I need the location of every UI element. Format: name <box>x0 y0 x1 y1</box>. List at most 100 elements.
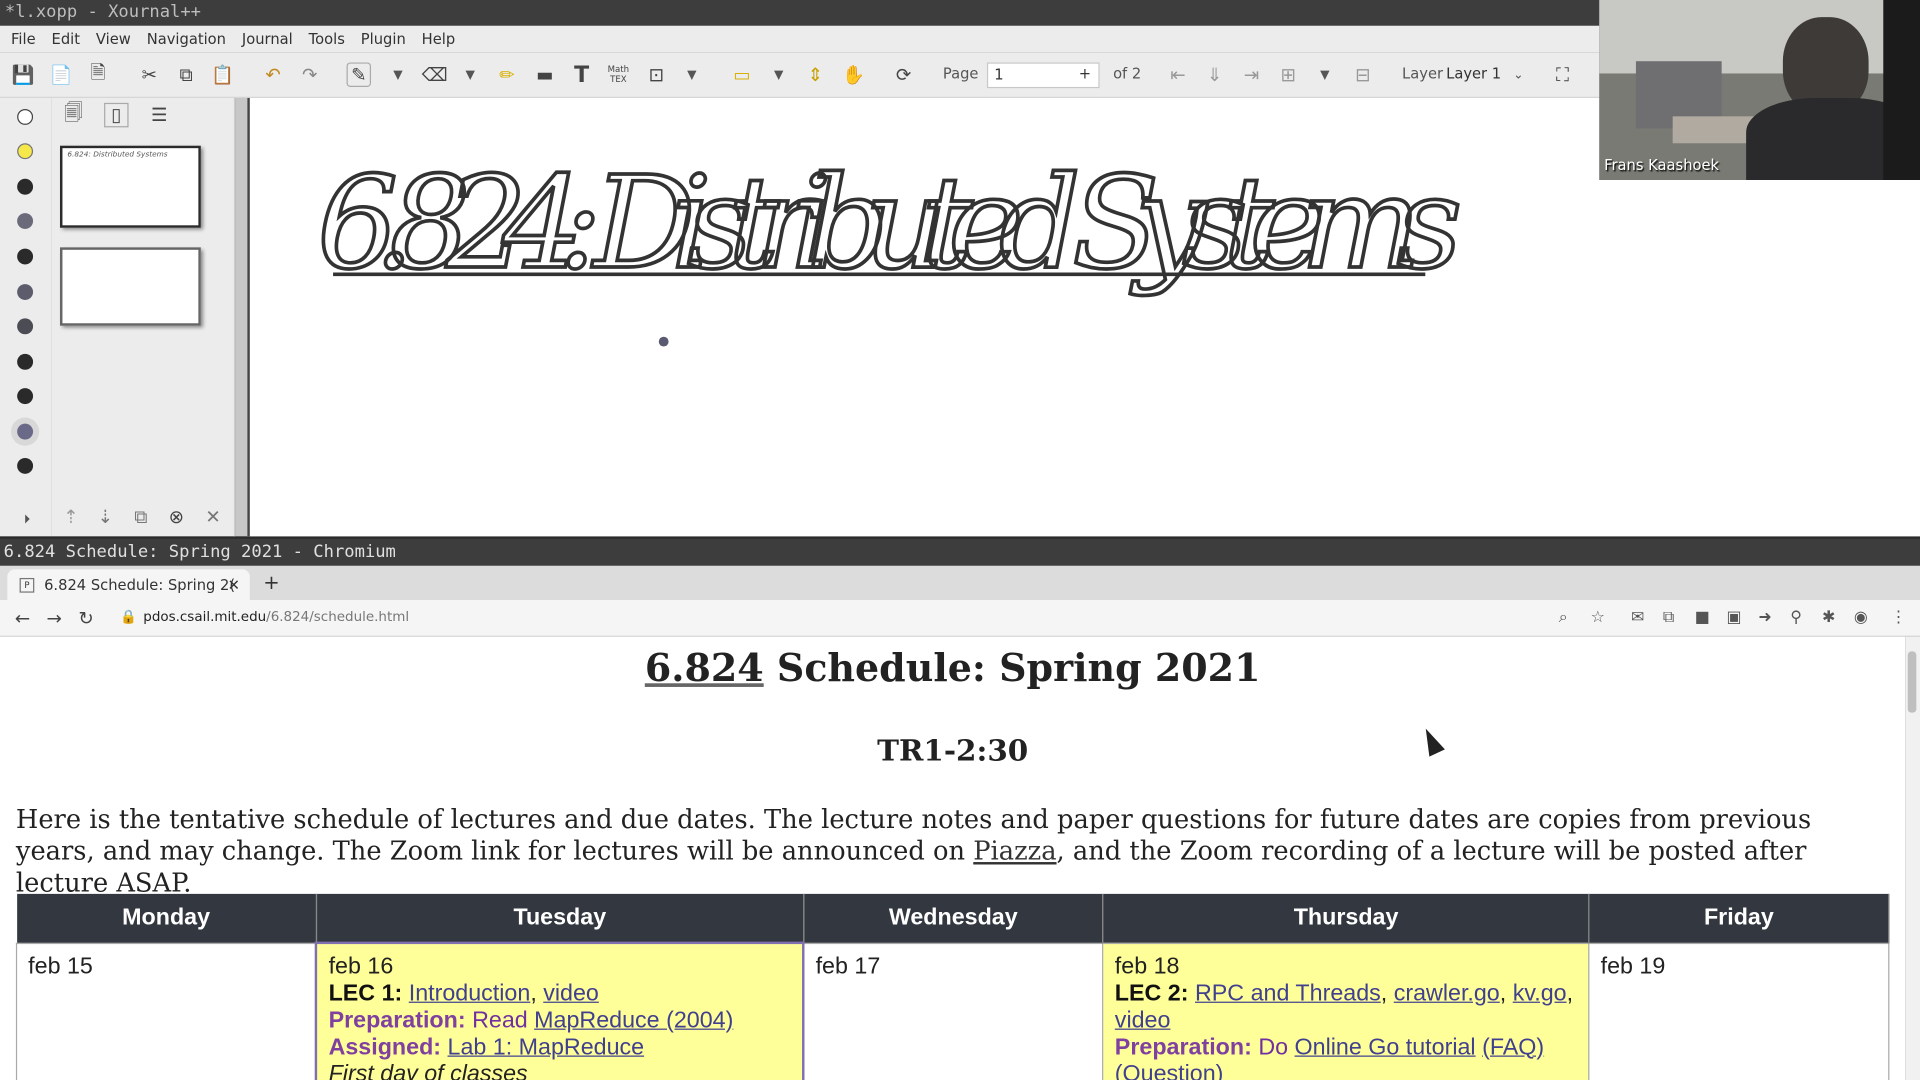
color-gray-icon[interactable] <box>17 213 34 229</box>
rpc-threads-link[interactable]: RPC and Threads <box>1195 980 1381 1006</box>
math-tex-icon[interactable]: Math TEX <box>606 62 630 86</box>
close-tab-icon[interactable]: ✕ <box>228 576 240 593</box>
open-icon[interactable]: 🗎 <box>86 61 110 86</box>
introduction-link[interactable]: Introduction <box>409 981 531 1007</box>
delete-page-circle-icon[interactable]: ⊗ <box>164 504 188 528</box>
image-icon[interactable]: ▬ <box>533 62 557 86</box>
first-page-icon[interactable]: ⇤ <box>1166 62 1190 86</box>
cell-friday: feb 19 <box>1588 942 1890 1080</box>
bookmark-star-icon[interactable]: ☆ <box>1591 609 1605 627</box>
forward-icon[interactable]: → <box>47 607 62 629</box>
course-home-link[interactable]: 6.824 <box>645 647 764 691</box>
page-increment-icon[interactable]: + <box>1079 65 1091 82</box>
fill-icon[interactable]: ⊡ <box>644 62 668 86</box>
layer-dropdown-icon[interactable]: ⌄ <box>1506 62 1530 86</box>
extension-person-icon[interactable]: ⚲ <box>1790 609 1802 627</box>
menu-plugin[interactable]: Plugin <box>361 31 406 48</box>
save-icon[interactable]: 💾 <box>11 62 35 86</box>
new-tab-icon[interactable]: + <box>263 571 279 594</box>
fill-dropdown-icon[interactable]: ▼ <box>680 62 704 86</box>
menu-help[interactable]: Help <box>422 31 456 48</box>
undo-icon[interactable]: ↶ <box>261 62 285 86</box>
add-page-icon[interactable]: ⊞ <box>1276 62 1300 86</box>
lab1-link[interactable]: Lab 1: MapReduce <box>448 1035 645 1061</box>
menu-navigation[interactable]: Navigation <box>147 31 226 48</box>
layer-label: Layer <box>1402 64 1444 83</box>
scrollbar-thumb[interactable] <box>1907 651 1917 713</box>
rotate-icon[interactable]: ⟳ <box>891 62 915 86</box>
pen-dropdown-icon[interactable]: ▼ <box>386 62 410 86</box>
share-arrow-icon[interactable]: ➜ <box>1758 609 1771 627</box>
layer-select[interactable]: Layer 1 <box>1446 65 1501 82</box>
extensions-puzzle-icon[interactable]: ✱ <box>1822 609 1835 627</box>
tue-video-link[interactable]: video <box>543 981 599 1007</box>
zoom-icon[interactable]: ⌕ <box>1559 609 1568 627</box>
select-dropdown-icon[interactable]: ▼ <box>767 62 791 86</box>
faq-link[interactable]: (FAQ) <box>1482 1034 1544 1060</box>
hand-icon[interactable]: ✋ <box>841 62 865 86</box>
text-icon[interactable]: T <box>569 62 593 88</box>
color-selected-icon[interactable] <box>17 423 34 440</box>
delete-page-icon[interactable]: ⊟ <box>1351 62 1375 86</box>
copy-icon[interactable]: ⧉ <box>174 62 198 86</box>
pen-icon[interactable]: ✎ <box>346 62 372 87</box>
cut-icon[interactable]: ✂ <box>137 62 161 86</box>
back-icon[interactable]: ← <box>15 607 30 629</box>
prev-page-icon[interactable]: ⇓ <box>1202 62 1226 86</box>
page-thumbnail-1[interactable]: 6.824: Distributed Systems <box>60 145 201 228</box>
eraser-icon[interactable]: ⌫ <box>422 62 448 86</box>
menu-journal[interactable]: Journal <box>242 31 293 48</box>
crawler-go-link[interactable]: crawler.go <box>1394 980 1500 1006</box>
color-black3-icon[interactable] <box>17 388 34 405</box>
color-black-icon[interactable] <box>17 178 34 195</box>
select-rect-icon[interactable]: ▭ <box>730 62 754 86</box>
eraser-dropdown-icon[interactable]: ▼ <box>458 62 482 86</box>
color-dark-icon[interactable] <box>17 248 34 265</box>
close-sidebar-icon[interactable]: ✕ <box>201 504 225 528</box>
kv-go-link[interactable]: kv.go <box>1513 980 1567 1006</box>
extension-square-icon[interactable]: ■ <box>1695 609 1710 627</box>
new-document-icon[interactable]: 📄 <box>49 62 73 86</box>
browser-tab[interactable]: P 6.824 Schedule: Spring 2( ✕ <box>7 569 250 601</box>
menu-kebab-icon[interactable]: ⋮ <box>1891 609 1907 627</box>
color-black2-icon[interactable] <box>17 353 34 370</box>
page-up-icon[interactable]: ⇡ <box>59 504 83 528</box>
go-tutorial-link[interactable]: Online Go tutorial <box>1295 1034 1476 1060</box>
page-thumbnail-2[interactable] <box>60 247 201 326</box>
url-bar[interactable]: pdos.csail.mit.edu/6.824/schedule.html <box>143 609 409 625</box>
reload-icon[interactable]: ↻ <box>78 607 93 629</box>
profile-avatar-icon[interactable]: ◉ <box>1854 609 1868 627</box>
lock-icon[interactable]: 🔒 <box>120 609 137 625</box>
fullscreen-icon[interactable]: ⛶ <box>1550 62 1574 86</box>
sidebar-index-icon[interactable]: 🗐 <box>61 101 85 127</box>
redo-icon[interactable]: ↷ <box>298 62 322 86</box>
color-charcoal-icon[interactable] <box>17 318 34 335</box>
extension-box-icon[interactable]: ▣ <box>1727 609 1742 627</box>
menu-view[interactable]: View <box>96 31 131 48</box>
add-page-dropdown-icon[interactable]: ▼ <box>1313 62 1337 86</box>
sidebar-layers-icon[interactable]: ☰ <box>147 103 171 127</box>
menu-file[interactable]: File <box>11 31 36 48</box>
color-slate-icon[interactable] <box>17 284 34 301</box>
question-link[interactable]: (Question) <box>1115 1061 1224 1080</box>
next-page-icon[interactable]: ⇥ <box>1239 62 1263 86</box>
mapreduce-paper-link[interactable]: MapReduce (2004) <box>534 1008 733 1034</box>
page-number-input[interactable]: 1 + <box>986 62 1100 89</box>
paste-icon[interactable]: 📋 <box>211 62 235 86</box>
page-scrollbar[interactable] <box>1905 636 1920 1080</box>
sidebar-pages-icon[interactable]: ▯ <box>104 102 129 128</box>
thu-video-link[interactable]: video <box>1115 1007 1171 1033</box>
highlighter-icon[interactable]: ✏ <box>495 62 519 86</box>
menu-tools[interactable]: Tools <box>309 31 345 48</box>
page-down-icon[interactable]: ⇣ <box>93 504 117 528</box>
color-yellow-icon[interactable] <box>17 143 34 160</box>
sidebar-expand-icon[interactable]: ⏵ <box>15 507 39 531</box>
menu-edit[interactable]: Edit <box>52 31 80 48</box>
vertical-space-icon[interactable]: ⇕ <box>803 62 827 86</box>
copy-page-icon[interactable]: ⧉ <box>129 504 153 528</box>
piazza-link[interactable]: Piazza <box>973 836 1056 865</box>
color-black4-icon[interactable] <box>17 457 34 474</box>
mail-extension-icon[interactable]: ✉ <box>1631 609 1644 627</box>
color-white-icon[interactable] <box>17 108 34 125</box>
translate-extension-icon[interactable]: ⧉ <box>1663 609 1674 627</box>
